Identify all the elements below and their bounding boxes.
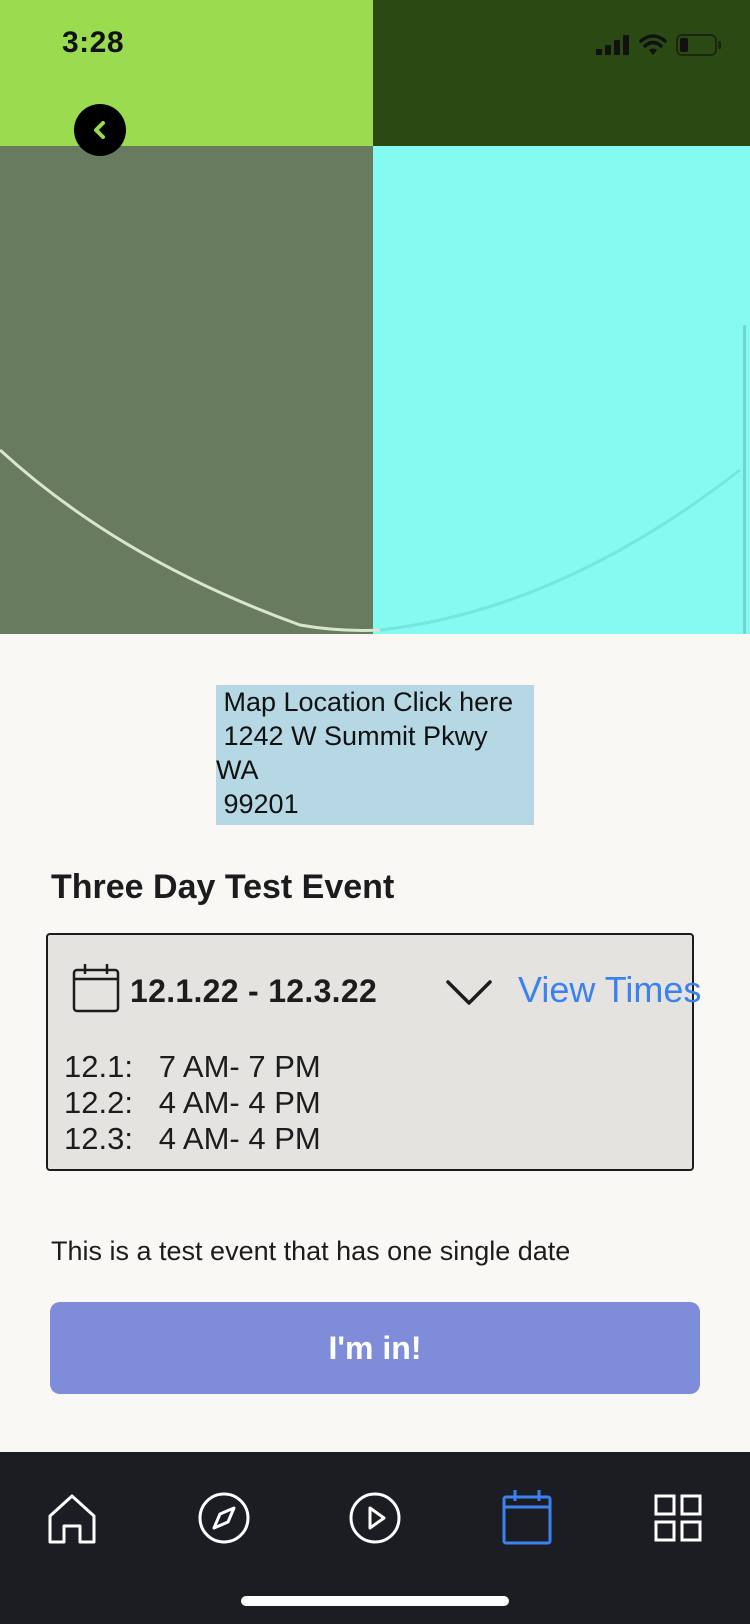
schedule-card: 12.1.22 - 12.3.22 View Times 12.1: 7 AM-… <box>46 933 701 1171</box>
chevron-left-icon <box>94 121 105 139</box>
view-times-link[interactable]: View Times <box>518 969 701 1011</box>
compass-icon <box>198 1492 250 1544</box>
time-row: 12.3: 4 AM- 4 PM <box>64 1121 321 1156</box>
event-description: This is a test event that has one single… <box>51 1236 571 1266</box>
tab-explore[interactable] <box>194 1488 254 1548</box>
grid-icon <box>654 1494 702 1542</box>
location-line: 99201 <box>216 789 299 819</box>
tab-calendar[interactable] <box>497 1488 557 1548</box>
map-header[interactable] <box>0 0 750 634</box>
map-road-line <box>0 448 741 632</box>
chevron-down-icon[interactable] <box>446 979 492 1007</box>
location-line: WA <box>216 755 259 785</box>
calendar-icon <box>502 1490 552 1545</box>
play-icon <box>349 1492 401 1544</box>
calendar-icon <box>72 964 120 1013</box>
map-location-link[interactable]: Map Location Click here 1242 W Summit Pk… <box>216 685 534 825</box>
tab-media[interactable] <box>345 1488 405 1548</box>
date-range: 12.1.22 - 12.3.22 <box>130 973 378 1009</box>
tab-home[interactable] <box>42 1488 102 1548</box>
time-row: 12.2: 4 AM- 4 PM <box>64 1085 321 1120</box>
home-icon <box>48 1494 96 1544</box>
battery-icon <box>676 34 721 56</box>
im-in-button[interactable]: I'm in! <box>50 1302 700 1394</box>
home-indicator <box>241 1596 509 1606</box>
status-time: 3:28 <box>62 26 125 59</box>
signal-icon <box>596 35 629 55</box>
back-button[interactable] <box>74 104 126 156</box>
status-icons <box>596 30 722 60</box>
map-scroll-indicator <box>743 325 746 634</box>
wifi-icon <box>639 34 667 55</box>
location-line: Map Location Click here <box>216 687 514 717</box>
location-line: 1242 W Summit Pkwy <box>216 721 488 751</box>
tab-more[interactable] <box>648 1488 708 1548</box>
event-title: Three Day Test Event <box>51 868 395 906</box>
time-row: 12.1: 7 AM- 7 PM <box>64 1049 321 1084</box>
